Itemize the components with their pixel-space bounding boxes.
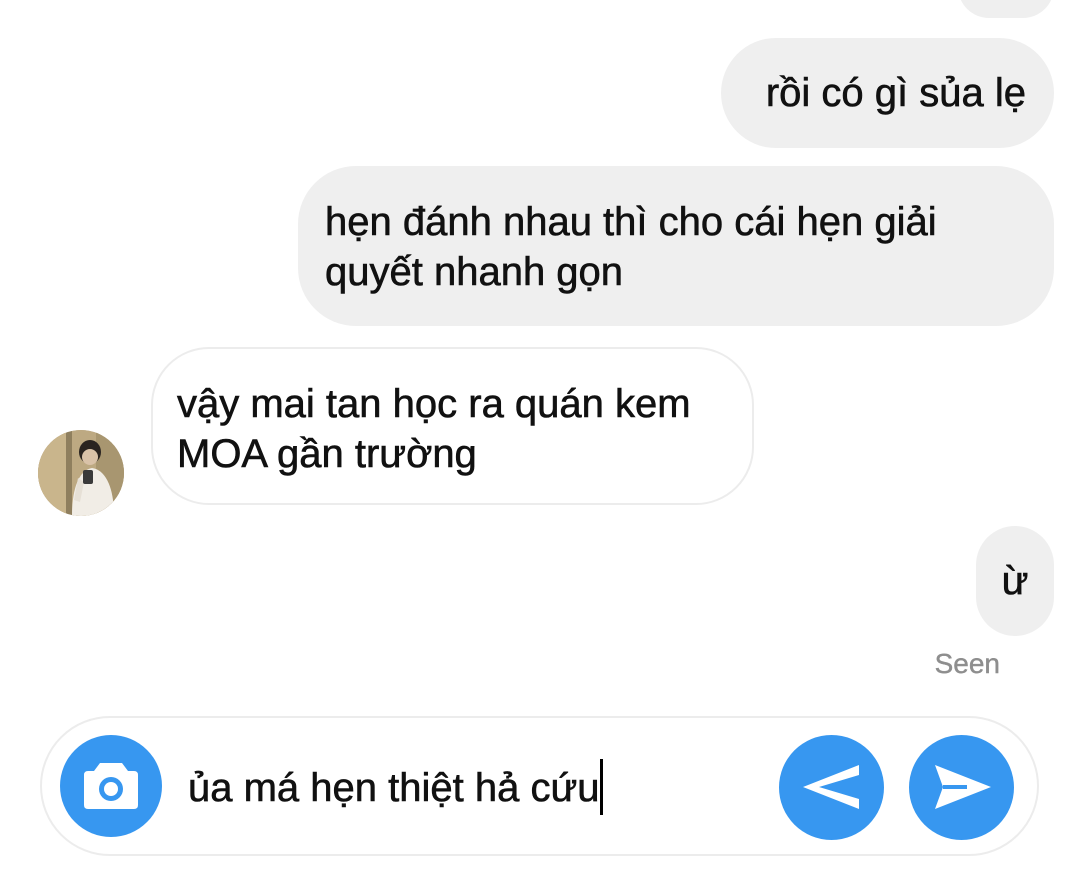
camera-button[interactable] xyxy=(60,735,162,837)
message-composer: ủa má hẹn thiệt hả cứu xyxy=(40,716,1039,856)
message-input-text: ủa má hẹn thiệt hả cứu xyxy=(188,766,600,811)
text-caret xyxy=(600,759,604,816)
previous-message-bubble xyxy=(958,0,1054,18)
avatar-photo xyxy=(38,430,124,516)
outgoing-message-bubble[interactable]: rồi có gì sủa lẹ xyxy=(721,38,1054,148)
incoming-message-bubble[interactable]: vậy mai tan học ra quán kem MOA gần trườ… xyxy=(151,347,754,505)
send-icon xyxy=(935,765,991,809)
camera-icon xyxy=(84,763,138,809)
chat-screen: rồi có gì sủa lẹ hẹn đánh nhau thì cho c… xyxy=(0,0,1080,872)
outgoing-message-bubble[interactable]: ừ xyxy=(976,526,1054,636)
seen-status: Seen xyxy=(934,648,1000,679)
message-input[interactable]: ủa má hẹn thiệt hả cứu xyxy=(188,758,604,818)
arrow-left-icon xyxy=(803,765,859,809)
send-button[interactable] xyxy=(909,735,1014,840)
back-button[interactable] xyxy=(779,735,884,840)
contact-avatar[interactable] xyxy=(38,430,124,516)
outgoing-message-bubble[interactable]: hẹn đánh nhau thì cho cái hẹn giải quyết… xyxy=(298,166,1054,326)
